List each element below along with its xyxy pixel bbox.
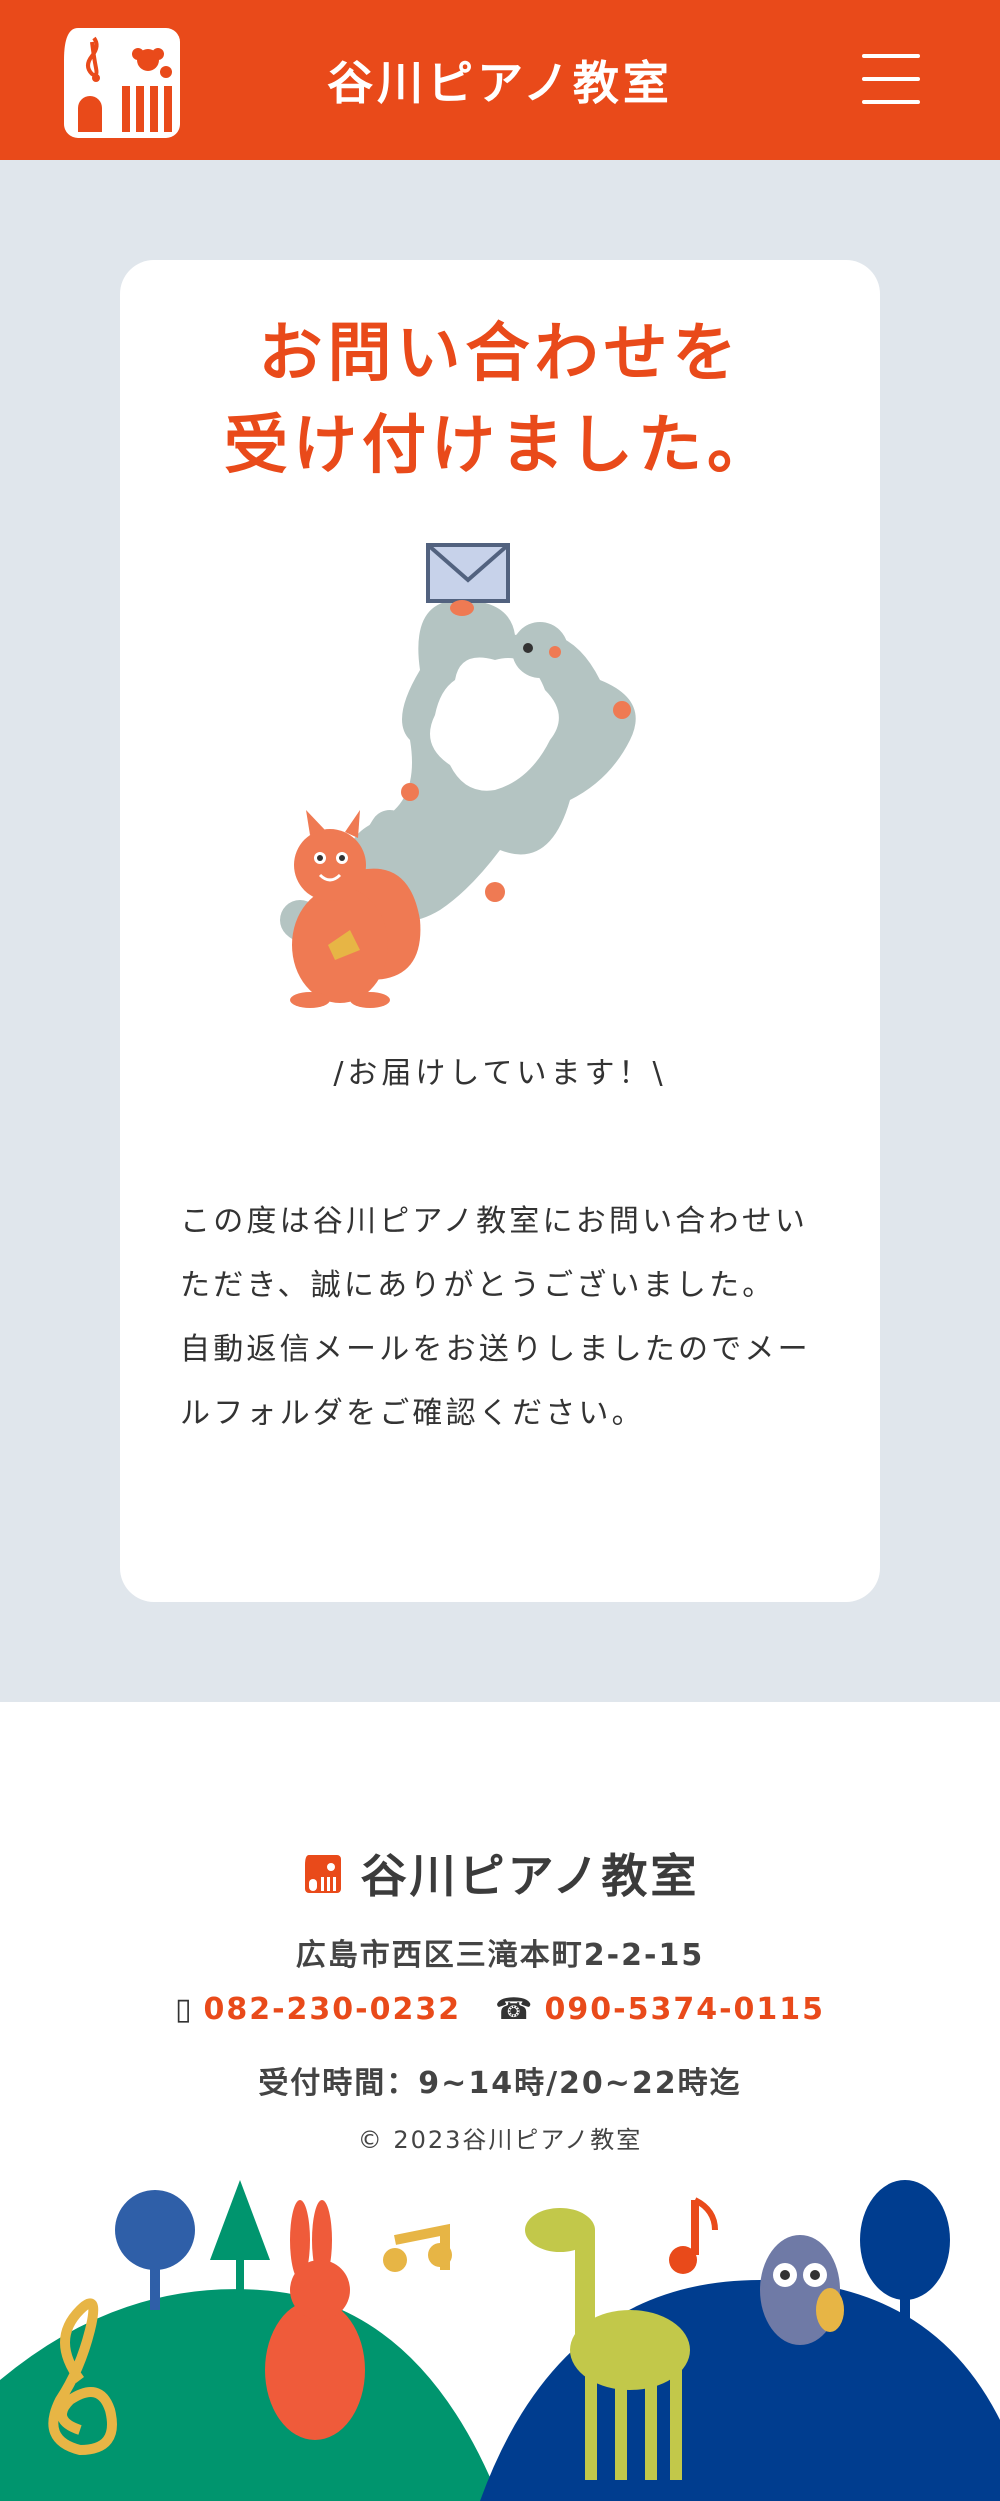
squirrel-mail-illustration xyxy=(280,543,636,1008)
footer-brand[interactable]: 谷川ピアノ教室 xyxy=(0,1840,1000,1906)
site-header: 谷川ピアノ教室 xyxy=(0,0,1000,160)
phone-link-landline[interactable]: ☎ 090-5374-0115 xyxy=(495,1992,825,2027)
title-line-2: 受け付けました。 xyxy=(224,409,776,483)
confirmation-message: この度は谷川ピアノ教室にお問い合わせいただき、誠にありがとうございました。 自動… xyxy=(180,1190,820,1446)
piano-school-logo-icon xyxy=(304,1855,341,1893)
main-section: お問い合わせを 受け付けました。 /お届けしています！\ この度は谷川ピアノ教室… xyxy=(0,160,1000,1702)
hamburger-menu-icon[interactable] xyxy=(862,54,920,104)
page-title: お問い合わせを 受け付けました。 xyxy=(120,308,880,492)
title-line-1: お問い合わせを xyxy=(258,317,742,391)
telephone-icon: ☎ xyxy=(495,1992,535,2027)
message-paragraph-1: この度は谷川ピアノ教室にお問い合わせいただき、誠にありがとうございました。 xyxy=(180,1204,809,1303)
phone-number-1: 082-230-0232 xyxy=(203,1992,462,2027)
footer-title: 谷川ピアノ教室 xyxy=(360,1849,700,1903)
message-paragraph-2: 自動返信メールをお送りしましたのでメールフォルダをご確認ください。 xyxy=(180,1332,811,1431)
music-note-icon xyxy=(669,2197,718,2274)
tree-icon xyxy=(115,2190,195,2310)
piano-school-logo-icon[interactable] xyxy=(58,20,186,140)
forest-animals-illustration xyxy=(0,2180,1000,2501)
confirmation-card: お問い合わせを 受け付けました。 /お届けしています！\ この度は谷川ピアノ教室… xyxy=(120,260,880,1602)
tree-icon xyxy=(860,2180,950,2320)
phone-link-mobile[interactable]: ▯ 082-230-0232 xyxy=(175,1992,461,2027)
mobile-phone-icon: ▯ xyxy=(174,1992,194,2027)
envelope-icon xyxy=(426,543,510,603)
owl-icon xyxy=(760,2235,844,2345)
delivering-caption: /お届けしています！\ xyxy=(333,1056,667,1091)
site-title[interactable]: 谷川ピアノ教室 xyxy=(327,47,673,113)
site-footer: 谷川ピアノ教室 広島市西区三滝本町2-2-15 ▯ 082-230-0232 ☎… xyxy=(0,1702,1000,2501)
address: 広島市西区三滝本町2-2-15 xyxy=(295,1938,705,1973)
copyright: © 2023谷川ピアノ教室 xyxy=(357,2126,643,2154)
music-note-icon xyxy=(383,2223,452,2272)
phone-number-2: 090-5374-0115 xyxy=(544,1992,826,2027)
phone-numbers: ▯ 082-230-0232 ☎ 090-5374-0115 xyxy=(0,1992,1000,2027)
reception-hours: 受付時間：9~14時/20~22時迄 xyxy=(258,2066,742,2101)
pine-tree-icon xyxy=(210,2180,270,2290)
